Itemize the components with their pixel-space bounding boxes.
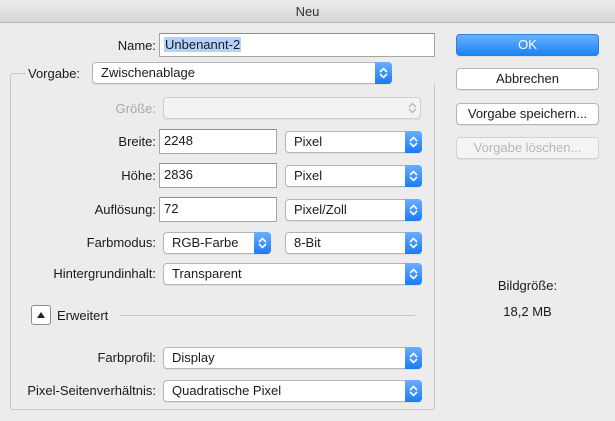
chevron-updown-icon [405, 232, 422, 254]
chevron-updown-icon [404, 97, 421, 119]
aspect-label: Pixel-Seitenverhältnis: [27, 383, 156, 398]
chevron-updown-icon [405, 131, 422, 153]
resolution-field[interactable]: 72 [159, 197, 277, 222]
width-field[interactable]: 2248 [159, 129, 277, 154]
ok-button[interactable]: OK [456, 34, 599, 56]
chevron-updown-icon [405, 347, 422, 369]
image-size-value: 18,2 MB [503, 304, 552, 319]
width-unit-popup[interactable]: Pixel [285, 131, 422, 153]
background-label: Hintergrundinhalt: [53, 266, 156, 281]
name-field[interactable]: Unbenannt-2 [159, 33, 435, 57]
preset-value: Zwischenablage [101, 65, 195, 80]
name-value: Unbenannt-2 [164, 37, 242, 52]
height-unit-value: Pixel [294, 168, 323, 183]
profile-popup[interactable]: Display [163, 347, 422, 369]
save-preset-button[interactable]: Vorgabe speichern... [456, 103, 599, 125]
delete-preset-button[interactable]: Vorgabe löschen... [456, 137, 599, 159]
profile-label: Farbprofil: [97, 350, 156, 365]
width-label: Breite: [118, 134, 156, 149]
triangle-up-icon [37, 312, 45, 318]
preset-popup[interactable]: Zwischenablage [92, 62, 392, 84]
size-popup[interactable] [163, 97, 421, 119]
width-unit-value: Pixel [294, 134, 323, 149]
colormode-popup[interactable]: RGB-Farbe [163, 232, 271, 254]
aspect-popup[interactable]: Quadratische Pixel [163, 380, 422, 402]
resolution-unit-value: Pixel/Zoll [294, 202, 347, 217]
resolution-unit-popup[interactable]: Pixel/Zoll [285, 199, 422, 221]
window-title: Neu [0, 0, 615, 23]
bitdepth-value: 8-Bit [294, 235, 321, 250]
advanced-disclosure-button[interactable] [31, 305, 51, 325]
colormode-value: RGB-Farbe [172, 235, 239, 250]
height-unit-popup[interactable]: Pixel [285, 165, 422, 187]
advanced-divider [120, 315, 415, 316]
resolution-label: Auflösung: [94, 202, 156, 217]
cancel-button[interactable]: Abbrechen [456, 68, 599, 90]
height-field[interactable]: 2836 [159, 163, 277, 188]
height-label: Höhe: [121, 168, 156, 183]
background-popup[interactable]: Transparent [163, 263, 422, 285]
advanced-label: Erweitert [57, 308, 109, 323]
profile-value: Display [172, 350, 215, 365]
chevron-updown-icon [405, 380, 422, 402]
chevron-updown-icon [405, 199, 422, 221]
chevron-updown-icon [375, 62, 392, 84]
aspect-value: Quadratische Pixel [172, 383, 282, 398]
name-label: Name: [117, 38, 156, 53]
chevron-updown-icon [254, 232, 271, 254]
size-label: Größe: [115, 101, 156, 116]
preset-label: Vorgabe: [28, 66, 81, 81]
image-size-label: Bildgröße: [497, 278, 558, 293]
chevron-updown-icon [405, 165, 422, 187]
colormode-label: Farbmodus: [86, 235, 156, 250]
bitdepth-popup[interactable]: 8-Bit [285, 232, 422, 254]
chevron-updown-icon [405, 263, 422, 285]
background-value: Transparent [172, 266, 242, 281]
